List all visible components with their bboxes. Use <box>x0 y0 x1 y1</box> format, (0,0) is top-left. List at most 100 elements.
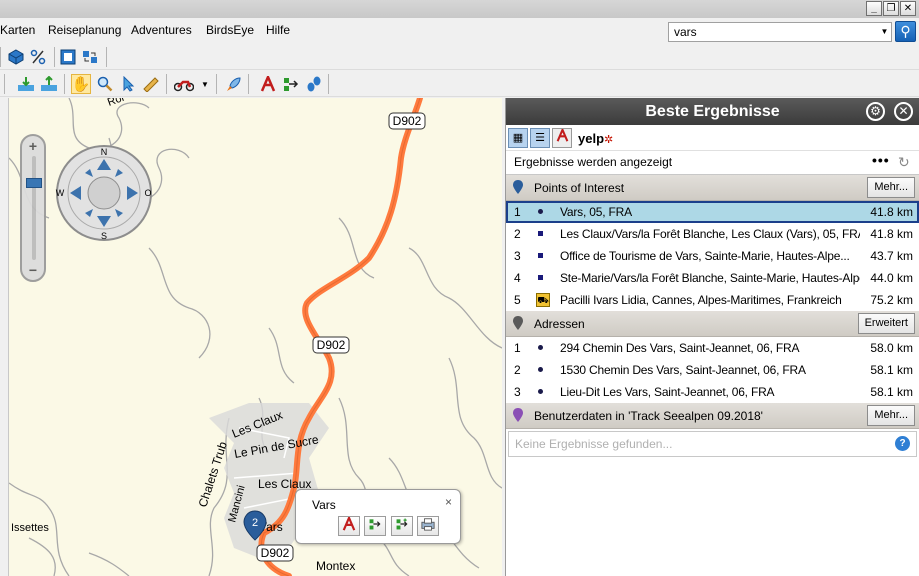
dot-icon <box>538 209 543 214</box>
section-addresses-header: Adressen Erweitert <box>506 311 919 337</box>
road-shield: D902 <box>388 112 426 130</box>
popup-route-button[interactable] <box>338 515 360 536</box>
blue-pin-icon <box>513 180 523 194</box>
toolbar-view <box>0 44 919 70</box>
restore-button[interactable]: ❐ <box>883 1 899 16</box>
print-icon <box>421 518 435 531</box>
section-userdata-title: Benutzerdaten in 'Track Seealpen 09.2018… <box>534 409 763 423</box>
list-item[interactable]: 3 Office de Tourisme de Vars, Sainte-Mar… <box>506 245 919 267</box>
search-dropdown-icon[interactable]: ▼ <box>878 23 891 41</box>
shop-icon: ⛟ <box>536 293 550 307</box>
compass-west: W <box>56 188 65 198</box>
menu-adventures[interactable]: Adventures <box>131 23 192 37</box>
measure-icon[interactable] <box>141 74 161 94</box>
profile-dropdown-icon[interactable]: ▼ <box>199 74 211 94</box>
road-shield: D902 <box>256 544 294 562</box>
rocket-icon[interactable] <box>224 74 244 94</box>
road-label-2: D902 <box>317 338 346 352</box>
pan-compass[interactable]: N S W O <box>53 145 155 242</box>
poi-more-button[interactable]: Mehr... <box>867 177 915 198</box>
zoom-out-button[interactable]: − <box>27 262 39 278</box>
swap-screens-icon[interactable] <box>80 47 100 67</box>
left-edge-bar <box>0 98 9 576</box>
list-item[interactable]: 2 Les Claux/Vars/la Forêt Blanche, Les C… <box>506 223 919 245</box>
route-tool-icon[interactable] <box>258 74 278 94</box>
tab-route-source[interactable] <box>552 127 572 148</box>
results-panel: Beste Ergebnisse ⚙ ✕ ▦ ☰ yelp✲ Ergebniss… <box>505 98 919 576</box>
compass-north: N <box>101 147 108 157</box>
search-icon: ⚲ <box>900 23 911 39</box>
map-popup: Vars × <box>295 489 461 544</box>
track-tool-icon[interactable] <box>304 74 324 94</box>
hand-pan-icon[interactable]: ✋ <box>71 74 91 94</box>
addresses-advanced-button[interactable]: Erweitert <box>857 313 915 334</box>
route-icon <box>556 127 568 142</box>
results-status-text: Ergebnisse werden angezeigt <box>514 155 673 169</box>
search-input[interactable]: vars <box>668 22 892 42</box>
tab-map-source[interactable]: ▦ <box>508 128 528 148</box>
search-button[interactable]: ⚲ <box>895 21 916 42</box>
userdata-more-button[interactable]: Mehr... <box>867 405 915 426</box>
list-item[interactable]: 5 ⛟ Pacilli Ivars Lidia, Cannes, Alpes-M… <box>506 289 919 311</box>
3d-view-icon[interactable] <box>6 47 26 67</box>
marker-number: 2 <box>252 517 258 529</box>
list-item[interactable]: 1 Vars, 05, FRA 41.8 km <box>506 201 919 223</box>
list-item[interactable]: 3 Lieu-Dit Les Vars, Saint-Jeannet, 06, … <box>506 381 919 403</box>
menu-karten[interactable]: Karten <box>0 23 35 37</box>
more-options-button[interactable]: ••• <box>872 152 890 168</box>
popup-title: Vars <box>312 498 336 512</box>
zoom-slider[interactable]: + − <box>20 134 46 282</box>
popup-close-button[interactable]: × <box>445 495 452 509</box>
square-icon <box>538 231 543 236</box>
receive-from-device-icon[interactable] <box>16 74 36 94</box>
menu-birdseye[interactable]: BirdsEye <box>206 23 254 37</box>
list-item[interactable]: 4 Ste-Marie/Vars/la Forêt Blanche, Saint… <box>506 267 919 289</box>
section-poi-header: Points of Interest Mehr... <box>506 175 919 201</box>
list-item[interactable]: 2 1530 Chemin Des Vars, Saint-Jeannet, 0… <box>506 359 919 381</box>
place-label: Chalets Trub <box>196 440 230 509</box>
close-window-button[interactable]: ✕ <box>900 1 916 16</box>
help-icon[interactable]: ? <box>895 436 910 451</box>
minimize-button[interactable]: _ <box>866 1 882 16</box>
panel-settings-button[interactable]: ⚙ <box>866 102 885 121</box>
yelp-source[interactable]: yelp✲ <box>578 131 613 146</box>
zoom-in-button[interactable]: + <box>27 138 39 154</box>
select-arrow-icon[interactable] <box>118 74 138 94</box>
road-shield: D902 <box>312 336 350 354</box>
compass-east: O <box>144 188 151 198</box>
place-label: Rol <box>106 98 126 109</box>
results-status-bar: Ergebnisse werden angezeigt ••• ↻ <box>506 151 919 175</box>
tab-list-source[interactable]: ☰ <box>530 128 550 148</box>
square-icon <box>538 275 543 280</box>
motorcycle-profile-icon[interactable] <box>174 74 194 94</box>
panel-close-button[interactable]: ✕ <box>894 102 913 121</box>
panel-header: Beste Ergebnisse ⚙ ✕ <box>506 98 919 125</box>
place-label: Issettes <box>11 522 49 534</box>
list-icon: ☰ <box>535 132 545 144</box>
dot-icon <box>538 389 543 394</box>
insert-via-icon <box>369 519 381 530</box>
popup-print-button[interactable] <box>417 516 439 536</box>
add-to-route-icon <box>396 518 408 530</box>
grey-pin-icon <box>513 316 523 330</box>
menu-reiseplanung[interactable]: Reiseplanung <box>48 23 121 37</box>
result-source-tabs: ▦ ☰ yelp✲ <box>506 125 919 151</box>
send-to-device-icon[interactable] <box>39 74 59 94</box>
yelp-burst-icon: ✲ <box>604 134 614 146</box>
popup-add-to-route-button[interactable] <box>391 516 413 536</box>
insert-via-icon[interactable] <box>281 74 301 94</box>
dot-icon <box>538 345 543 350</box>
zoom-slider-thumb[interactable] <box>26 178 42 188</box>
section-poi-title: Points of Interest <box>534 181 625 195</box>
map-book-icon: ▦ <box>512 132 524 144</box>
list-item[interactable]: 1 294 Chemin Des Vars, Saint-Jeannet, 06… <box>506 337 919 359</box>
road-label-3: D902 <box>261 546 290 560</box>
popup-insert-via-button[interactable] <box>364 516 386 536</box>
refresh-icon[interactable]: ↻ <box>898 154 910 171</box>
fullscreen-icon[interactable] <box>58 47 78 67</box>
route-icon <box>342 515 356 531</box>
place-label: Montex <box>316 559 355 573</box>
percent-icon[interactable] <box>28 47 48 67</box>
zoom-icon[interactable] <box>95 74 115 94</box>
menu-hilfe[interactable]: Hilfe <box>266 23 290 37</box>
